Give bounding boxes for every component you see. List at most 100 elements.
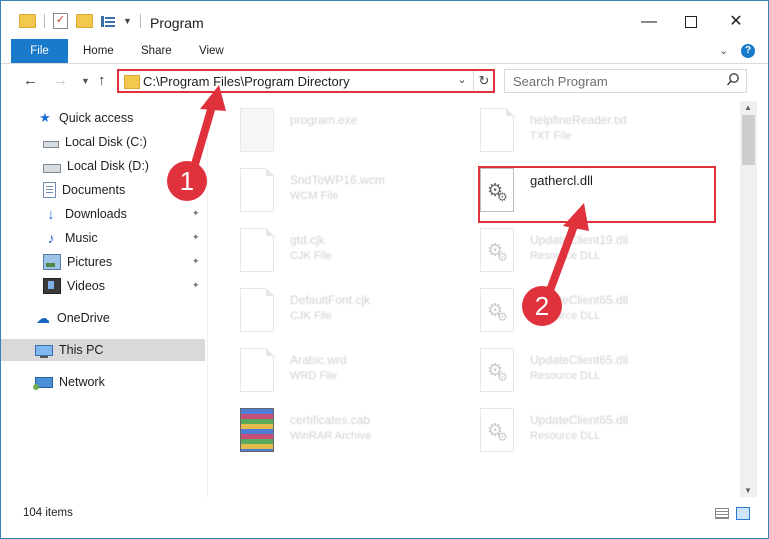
file-item[interactable]: ⚙ ⚙ UpdateClient65.dll Resource DLL: [458, 285, 698, 341]
pin-icon[interactable]: ✦: [192, 208, 200, 219]
address-bar[interactable]: C:\Program Files\Program Directory ⌄ ↻: [117, 69, 495, 93]
sidebar-item-label: Network: [59, 375, 105, 389]
sidebar-item-network[interactable]: Network: [1, 371, 205, 393]
file-type: CJK File: [290, 310, 332, 322]
pin-icon[interactable]: ✦: [192, 280, 200, 291]
close-button[interactable]: ✕: [713, 7, 759, 37]
sidebar-item-label: Downloads: [65, 207, 127, 221]
file-type: CJK File: [290, 250, 332, 262]
pin-icon[interactable]: ✦: [192, 256, 200, 267]
file-name: program.exe: [290, 113, 358, 127]
scrollbar-thumb[interactable]: [742, 115, 755, 165]
file-item[interactable]: ⚙ ⚙ UpdateClient65.dll Resource DLL: [458, 345, 698, 401]
file-item[interactable]: gtd.cjk CJK File: [218, 225, 458, 281]
pictures-icon: [43, 254, 61, 270]
sidebar-item-quick-access[interactable]: ★ Quick access: [1, 107, 205, 129]
toolbar-divider: [44, 14, 45, 28]
sidebar-item-pictures[interactable]: Pictures ✦: [1, 251, 205, 273]
search-box[interactable]: [504, 69, 747, 93]
file-icon: [240, 348, 274, 392]
file-type: TXT File: [530, 130, 572, 142]
maximize-button[interactable]: [668, 7, 714, 37]
recent-locations-chevron-icon[interactable]: ▼: [81, 76, 90, 86]
computer-icon: [35, 345, 53, 358]
help-icon[interactable]: ?: [741, 44, 755, 58]
file-item[interactable]: Arabic.wrd WRD File: [218, 345, 458, 401]
network-icon: [33, 376, 53, 390]
folder-icon: [19, 14, 36, 28]
sidebar-item-label: Documents: [62, 183, 126, 197]
customize-toolbar-chevron-icon[interactable]: ▼: [123, 16, 132, 26]
dll-gear-icon: ⚙ ⚙: [480, 228, 514, 272]
file-item[interactable]: ⚙ ⚙ UpdateClient65.dll Resource DLL: [458, 405, 698, 461]
sidebar-item-local-disk-c[interactable]: Local Disk (C:): [1, 131, 205, 153]
details-view-icon[interactable]: [715, 508, 729, 519]
tab-share[interactable]: Share: [141, 39, 172, 63]
pin-icon[interactable]: ✦: [192, 232, 200, 243]
toolbar-divider: [139, 14, 141, 28]
item-count: 104 items: [23, 507, 73, 519]
step-marker-1: 1: [167, 161, 207, 201]
file-item[interactable]: certificates.cab WinRAR Archive: [218, 405, 458, 461]
sidebar-item-label: Pictures: [67, 255, 113, 269]
navigation-bar: ← → ▼ ↑ C:\Program Files\Program Directo…: [1, 64, 768, 98]
file-item[interactable]: DefaultFont.cjk CJK File: [218, 285, 458, 341]
file-type: Resource DLL: [530, 370, 601, 382]
file-item[interactable]: helpfineReader.txt TXT File: [458, 105, 698, 161]
title-bar: ✓ ▼ Program — ✕: [1, 1, 768, 39]
scroll-down-arrow-icon[interactable]: ▼: [744, 486, 752, 495]
expand-ribbon-chevron-icon[interactable]: ⌄: [719, 44, 728, 57]
dll-gear-icon: ⚙ ⚙: [480, 288, 514, 332]
download-icon: ↓: [47, 206, 55, 222]
drive-icon: [43, 141, 59, 148]
up-arrow-icon[interactable]: ↑: [98, 72, 106, 89]
forward-arrow-icon[interactable]: →: [53, 72, 68, 89]
archive-icon: [240, 408, 274, 452]
file-name: helpfineReader.txt: [530, 113, 627, 127]
refresh-icon[interactable]: ↻: [473, 71, 494, 91]
sidebar-item-onedrive[interactable]: ☁ OneDrive: [1, 307, 205, 329]
file-icon: [240, 288, 274, 332]
navigation-pane: ★ Quick access Local Disk (C:) Local Dis…: [1, 101, 207, 497]
file-name: UpdateClient65.dll: [530, 353, 629, 367]
sidebar-item-downloads[interactable]: ↓ Downloads ✦: [1, 203, 205, 225]
new-folder-icon[interactable]: [76, 14, 93, 28]
file-item[interactable]: program.exe: [218, 105, 458, 161]
dll-gear-icon: ⚙ ⚙: [480, 348, 514, 392]
file-item[interactable]: SndToWP16.wcm WCM File: [218, 165, 458, 221]
sidebar-item-this-pc[interactable]: This PC: [1, 339, 205, 361]
drive-icon: [43, 164, 61, 173]
properties-icon[interactable]: [101, 15, 115, 28]
sidebar-item-label: This PC: [59, 343, 104, 357]
minimize-button[interactable]: —: [626, 7, 672, 37]
documents-icon: [43, 182, 56, 198]
sidebar-item-label: OneDrive: [57, 311, 110, 325]
file-name: DefaultFont.cjk: [290, 293, 371, 307]
address-path[interactable]: C:\Program Files\Program Directory: [143, 74, 350, 89]
file-item[interactable]: ⚙ ⚙ UpdateClient19.dll Resource DLL: [458, 225, 698, 281]
search-input[interactable]: [505, 70, 723, 92]
back-arrow-icon[interactable]: ←: [23, 72, 38, 89]
step-marker-2: 2: [522, 286, 562, 326]
status-bar: 104 items: [1, 501, 768, 525]
sidebar-item-label: Local Disk (C:): [65, 135, 147, 149]
vertical-scrollbar[interactable]: ▲ ▼: [740, 101, 757, 497]
file-icon: [240, 168, 274, 212]
tab-file[interactable]: File: [11, 39, 68, 63]
file-name: UpdateClient65.dll: [530, 413, 629, 427]
sidebar-item-music[interactable]: ♪ Music ✦: [1, 227, 205, 249]
tab-home[interactable]: Home: [83, 39, 114, 63]
file-type: Resource DLL: [530, 250, 601, 262]
search-icon[interactable]: [726, 72, 740, 88]
checkmark-icon[interactable]: ✓: [53, 13, 68, 29]
window-title: Program: [150, 15, 204, 31]
quick-access-toolbar: ✓ ▼: [19, 13, 141, 29]
large-icons-view-icon[interactable]: [736, 507, 750, 520]
tab-view[interactable]: View: [199, 39, 224, 63]
folder-icon: [124, 75, 140, 89]
scroll-up-arrow-icon[interactable]: ▲: [744, 103, 752, 112]
address-history-chevron-icon[interactable]: ⌄: [455, 73, 469, 86]
sidebar-item-videos[interactable]: Videos ✦: [1, 275, 205, 297]
maximize-icon: [685, 15, 697, 28]
file-name: UpdateClient19.dll: [530, 233, 629, 247]
